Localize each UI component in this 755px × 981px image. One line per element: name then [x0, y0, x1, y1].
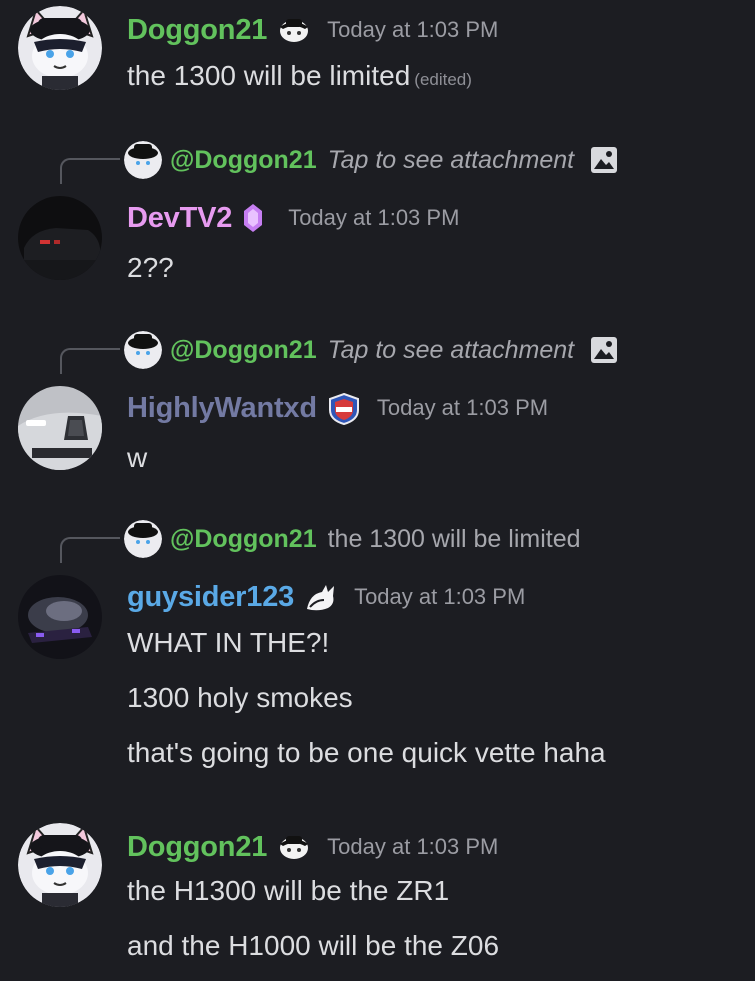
message-text: and the H1000 will be the Z06: [127, 930, 499, 962]
fedora-dog-icon: [277, 832, 311, 862]
message-line: the 1300 will be limited: [127, 60, 411, 91]
message-line: that's going to be one quick vette haha: [127, 737, 606, 768]
message-text: that's going to be one quick vette haha: [127, 737, 606, 769]
timestamp: Today at 1:03 PM: [327, 17, 499, 42]
username[interactable]: DevTV2: [127, 202, 232, 235]
reply-avatar: [124, 520, 162, 558]
reply-text[interactable]: Tap to see attachment: [328, 336, 574, 365]
reply-avatar: [124, 331, 162, 369]
reply-connector: [60, 158, 120, 184]
edited-label: (edited): [414, 70, 472, 89]
purple-gem-icon: [242, 203, 264, 233]
timestamp: Today at 1:03 PM: [354, 584, 526, 609]
username[interactable]: Doggon21: [127, 831, 267, 864]
reply-connector: [60, 348, 120, 374]
message-text: 1300 holy smokes: [127, 682, 353, 714]
avatar-doggon21[interactable]: [18, 6, 102, 90]
message-line: WHAT IN THE?!: [127, 627, 330, 658]
avatar-devtv2[interactable]: [18, 196, 102, 280]
white-cat-icon: [304, 582, 338, 612]
timestamp: Today at 1:03 PM: [327, 834, 499, 859]
username[interactable]: Doggon21: [127, 14, 267, 47]
timestamp: Today at 1:03 PM: [288, 205, 460, 230]
avatar-doggon21[interactable]: [18, 823, 102, 907]
avatar-guysider123[interactable]: [18, 575, 102, 659]
image-icon: [590, 336, 618, 364]
reply-mention[interactable]: @Doggon21: [170, 336, 317, 365]
message-text: 2??: [127, 252, 174, 284]
message-line: and the H1000 will be the Z06: [127, 930, 500, 961]
username[interactable]: guysider123: [127, 581, 294, 614]
message-text: the H1300 will be the ZR1: [127, 875, 449, 907]
message-text: the 1300 will be limited (edited): [127, 60, 472, 92]
reply-text[interactable]: Tap to see attachment: [328, 146, 574, 175]
image-icon: [590, 146, 618, 174]
message-line: w: [127, 442, 148, 473]
username[interactable]: HighlyWantxd: [127, 392, 317, 425]
message-text: WHAT IN THE?!: [127, 627, 329, 659]
reply-mention[interactable]: @Doggon21: [170, 525, 317, 554]
chat-log: Doggon21 Today at 1:03 PM the 1300 will …: [0, 0, 755, 981]
shield-badge-icon: [327, 392, 361, 426]
message-text: w: [127, 442, 147, 474]
reply-mention[interactable]: @Doggon21: [170, 146, 317, 175]
timestamp: Today at 1:03 PM: [376, 395, 549, 420]
fedora-dog-icon: [277, 15, 311, 45]
message-line: the H1300 will be the ZR1: [127, 875, 450, 906]
reply-avatar: [124, 141, 162, 179]
reply-text[interactable]: the 1300 will be limited: [328, 525, 581, 554]
reply-connector: [60, 537, 120, 563]
avatar-highlywantxd[interactable]: [18, 386, 102, 470]
message-line: 1300 holy smokes: [127, 682, 353, 713]
message-line: 2??: [127, 252, 174, 283]
